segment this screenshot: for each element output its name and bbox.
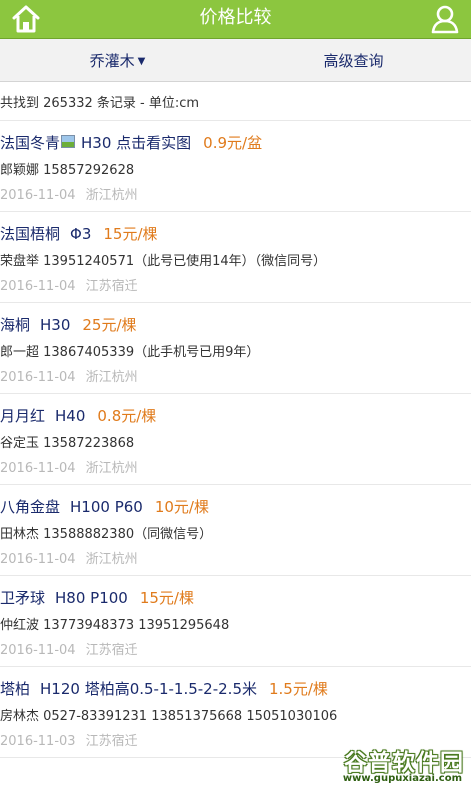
result-summary: 共找到 265332 条记录 - 单位:cm <box>0 96 200 111</box>
item-title: 塔柏 <box>0 680 31 698</box>
item-date: 2016-11-04 <box>0 643 76 658</box>
item-heading: 卫矛球 H80 P100 15元/棵 <box>0 587 194 608</box>
item-contact: 仲红波 13773948373 13951295648 <box>0 618 230 633</box>
item-price: 15元/棵 <box>139 589 194 607</box>
list-item[interactable]: 法国冬青 H30 点击看实图 0.9元/盆郎颖娜 15857292628 2016-1… <box>0 121 471 212</box>
item-heading: 八角金盘 H100 P60 10元/棵 <box>0 496 209 517</box>
item-spec: H80 P100 <box>55 589 128 607</box>
photo-icon[interactable] <box>61 135 76 148</box>
page-title: 价格比较 <box>199 7 272 28</box>
item-spec: Φ3 <box>70 225 92 243</box>
item-meta: 2016-11-04 浙江杭州 <box>0 366 138 385</box>
item-date: 2016-11-04 <box>0 461 76 476</box>
item-contact: 郎颖娜 15857292628 <box>0 163 135 178</box>
item-meta: 2016-11-04 江苏宿迁 <box>0 639 138 658</box>
watermark-name: 谷普软件园 <box>344 750 464 776</box>
item-date: 2016-11-04 <box>0 370 76 385</box>
item-spec: H40 <box>55 407 86 425</box>
item-meta: 2016-11-04 浙江杭州 <box>0 184 138 203</box>
item-meta: 2016-11-04 江苏宿迁 <box>0 275 138 294</box>
item-contact: 荣盘举 13951240571（此号已使用14年）（微信同号） <box>0 254 327 269</box>
category-dropdown[interactable]: 乔灌木 ▼ <box>0 39 235 81</box>
item-date: 2016-11-04 <box>0 552 76 567</box>
item-contact: 郎一超 13867405339（此手机号已用9年） <box>0 345 260 360</box>
advanced-search-button[interactable]: 高级查询 <box>236 39 471 81</box>
item-contact: 田林杰 13588882380（同微信号） <box>0 527 213 542</box>
result-list: 法国冬青 H30 点击看实图 0.9元/盆郎颖娜 15857292628 2016-1… <box>0 121 471 758</box>
top-bar: 价格比较 <box>0 0 471 39</box>
item-title: 八角金盘 <box>0 498 61 516</box>
category-label: 乔灌木 <box>89 52 135 70</box>
watermark-url: www.gupuxiazai.com <box>342 773 462 784</box>
item-date: 2016-11-04 <box>0 188 76 203</box>
item-meta: 2016-11-04 浙江杭州 <box>0 548 138 567</box>
item-heading: 法国梧桐 Φ3 15元/棵 <box>0 223 158 244</box>
item-date: 2016-11-03 <box>0 734 76 749</box>
list-item[interactable]: 八角金盘 H100 P60 10元/棵田林杰 13588882380（同微信号） 20… <box>0 485 471 576</box>
item-price: 25元/棵 <box>82 316 137 334</box>
item-meta: 2016-11-04 浙江杭州 <box>0 457 138 476</box>
list-item[interactable]: 卫矛球 H80 P100 15元/棵仲红波 13773948373 13951295… <box>0 576 471 667</box>
item-spec: H30 <box>40 316 71 334</box>
item-title: 法国冬青 <box>0 134 61 152</box>
item-heading: 海桐 H30 25元/棵 <box>0 314 137 335</box>
item-price: 1.5元/棵 <box>269 680 328 698</box>
item-price: 0.9元/盆 <box>203 134 263 152</box>
item-spec: H100 P60 <box>70 498 143 516</box>
item-location: 浙江杭州 <box>85 188 138 203</box>
item-location: 江苏宿迁 <box>85 279 138 294</box>
item-contact: 房林杰 0527-83391231 13851375668 1505103010… <box>0 709 338 724</box>
caret-down-icon: ▼ <box>137 56 146 67</box>
item-heading: 法国冬青 H30 点击看实图 0.9元/盆 <box>0 132 262 153</box>
list-item[interactable]: 海桐 H30 25元/棵郎一超 13867405339（此手机号已用9年） 2016-… <box>0 303 471 394</box>
item-location: 浙江杭州 <box>85 552 138 567</box>
item-meta: 2016-11-03 江苏宿迁 <box>0 730 138 749</box>
item-price: 10元/棵 <box>154 498 209 516</box>
item-title: 卫矛球 <box>0 589 46 607</box>
list-item[interactable]: 法国梧桐 Φ3 15元/棵荣盘举 13951240571（此号已使用14年）（微信同… <box>0 212 471 303</box>
item-title: 法国梧桐 <box>0 225 61 243</box>
item-location: 江苏宿迁 <box>85 734 138 749</box>
item-location: 浙江杭州 <box>85 461 138 476</box>
item-price: 15元/棵 <box>103 225 158 243</box>
filter-bar: 乔灌木 ▼ 高级查询 <box>0 39 471 82</box>
item-heading: 塔柏 H120 塔柏高0.5-1-1.5-2-2.5米 1.5元/棵 <box>0 678 328 699</box>
item-heading: 月月红 H40 0.8元/棵 <box>0 405 156 426</box>
item-spec: H30 点击看实图 <box>81 134 192 152</box>
item-title: 月月红 <box>0 407 46 425</box>
item-contact: 谷定玉 13587223868 <box>0 436 135 451</box>
item-date: 2016-11-04 <box>0 279 76 294</box>
list-item[interactable]: 月月红 H40 0.8元/棵谷定玉 13587223868 2016-11-04 浙江杭… <box>0 394 471 485</box>
item-location: 江苏宿迁 <box>85 643 138 658</box>
item-price: 0.8元/棵 <box>97 407 157 425</box>
watermark-logo: 谷普软件园 www.gupuxiazai.com <box>328 743 468 789</box>
item-title: 海桐 <box>0 316 31 334</box>
item-spec: H120 塔柏高0.5-1-1.5-2-2.5米 <box>40 680 257 698</box>
item-location: 浙江杭州 <box>85 370 138 385</box>
user-icon[interactable] <box>429 3 461 35</box>
